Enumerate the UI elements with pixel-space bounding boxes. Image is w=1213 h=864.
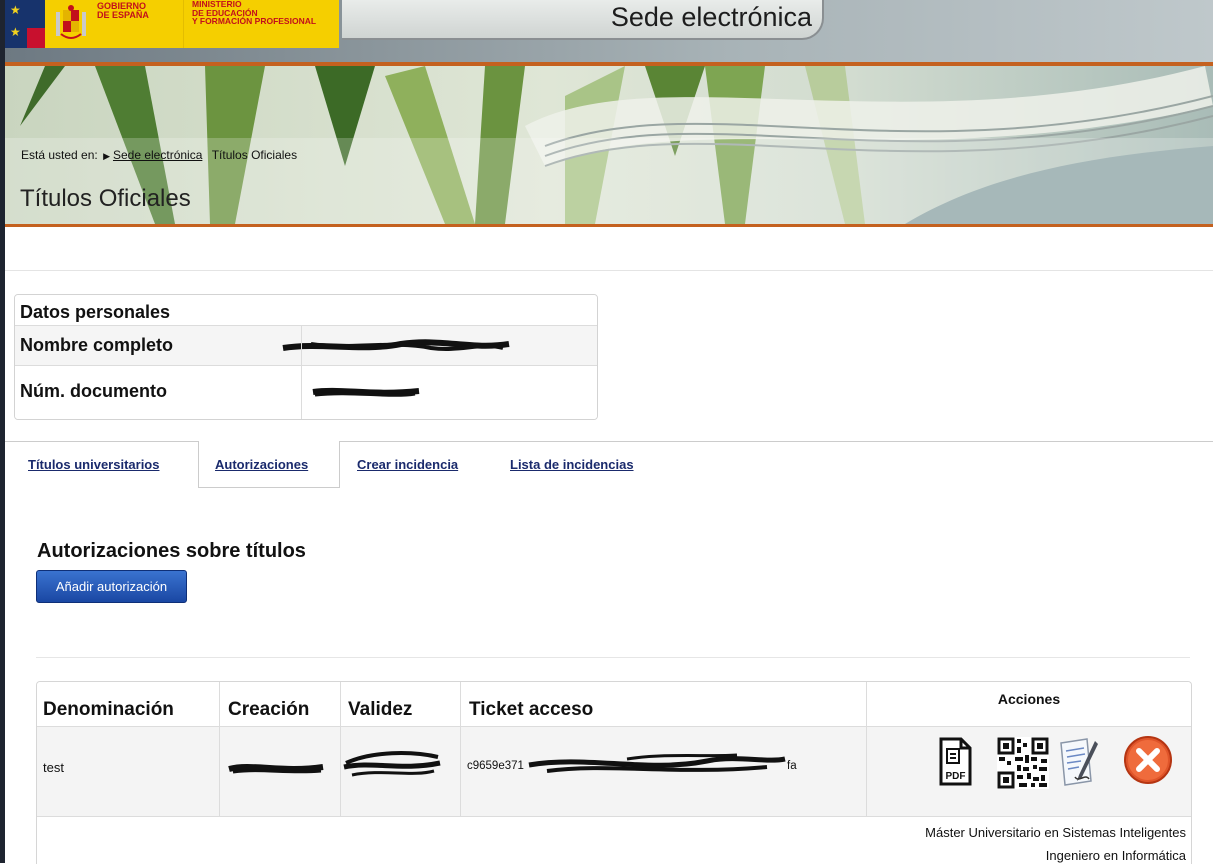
tab-titulos-universitarios[interactable]: Títulos universitarios <box>28 457 159 472</box>
col-ticket-acceso: Ticket acceso <box>469 699 594 720</box>
breadcrumb-current: Títulos Oficiales <box>211 148 298 162</box>
document-number-row: Núm. documento <box>15 365 597 419</box>
gobierno-label: GOBIERNO DE ESPAÑA <box>97 1 149 20</box>
gobierno-logo[interactable]: GOBIERNO DE ESPAÑA <box>45 0 183 48</box>
tabs-baseline <box>5 441 1213 442</box>
title-line-1: Máster Universitario en Sistemas Intelig… <box>925 825 1186 840</box>
tab-crear-incidencia[interactable]: Crear incidencia <box>357 457 458 472</box>
redacted-ticket-code <box>528 753 786 773</box>
personal-data-heading: Datos personales <box>20 302 171 322</box>
title-line-2: Ingeniero en Informática <box>1045 848 1186 863</box>
cell-ticket-prefix: c9659e371 <box>467 760 524 772</box>
column-divider <box>219 682 220 816</box>
site-title: Sede electrónica <box>610 2 812 32</box>
redacted-document-number <box>312 387 420 397</box>
page-title: Títulos Oficiales <box>20 185 191 212</box>
table-header: Denominación Creación Validez Ticket acc… <box>37 682 1191 726</box>
redacted-full-name <box>282 339 510 351</box>
col-denominacion: Denominación <box>43 699 174 720</box>
column-divider <box>866 682 867 816</box>
delete-icon[interactable] <box>1123 735 1173 785</box>
full-name-row: Nombre completo <box>15 325 597 366</box>
document-number-label: Núm. documento <box>20 381 167 401</box>
personal-data-column-divider <box>301 325 302 419</box>
breadcrumb-prefix: Está usted en: <box>21 148 98 162</box>
authorizations-title: Autorizaciones sobre títulos <box>37 540 306 562</box>
cell-denominacion: test <box>43 760 64 775</box>
col-creacion: Creación <box>228 699 310 720</box>
authorizations-table: Denominación Creación Validez Ticket acc… <box>36 681 1192 864</box>
edit-document-icon[interactable] <box>1057 737 1101 787</box>
section-divider <box>5 270 1213 271</box>
col-acciones: Acciones <box>997 691 1061 707</box>
qr-code-icon[interactable] <box>997 737 1049 789</box>
tab-autorizaciones[interactable]: Autorizaciones <box>215 457 308 472</box>
personal-data-panel: Datos personales Nombre completo Núm. do… <box>14 294 598 420</box>
ministry-label: MINISTERIO DE EDUCACIÓN Y FORMACIÓN PROF… <box>192 0 317 26</box>
redacted-creation-date <box>228 764 324 774</box>
personal-data-header-row: Datos personales <box>15 295 597 325</box>
eu-flag-logo: ★ ★ <box>5 0 45 48</box>
breadcrumb: Está usted en: ▶ Sede electrónica Títulos… <box>21 148 297 162</box>
pdf-icon[interactable]: PDF <box>937 737 973 787</box>
site-title-tab: Sede electrónica <box>342 0 824 40</box>
breadcrumb-arrow-icon: ▶ <box>103 151 110 161</box>
add-authorization-button[interactable]: Añadir autorización <box>36 570 187 603</box>
coat-of-arms-icon <box>56 5 86 39</box>
column-divider <box>460 682 461 816</box>
full-name-label: Nombre completo <box>20 335 174 355</box>
column-divider <box>340 682 341 816</box>
redacted-validity-date <box>343 751 441 777</box>
ministry-logo[interactable]: MINISTERIO DE EDUCACIÓN Y FORMACIÓN PROF… <box>183 0 339 48</box>
authorizations-divider <box>36 657 1190 658</box>
cell-ticket-suffix: fa <box>787 760 797 772</box>
banner-divider <box>5 224 1213 227</box>
table-row: test c9659e371 fa PDF <box>37 726 1191 817</box>
col-validez: Validez <box>348 699 413 720</box>
tab-lista-incidencias[interactable]: Lista de incidencias <box>510 457 634 472</box>
breadcrumb-link-sede[interactable]: Sede electrónica <box>113 148 202 162</box>
svg-text:PDF: PDF <box>946 771 966 782</box>
